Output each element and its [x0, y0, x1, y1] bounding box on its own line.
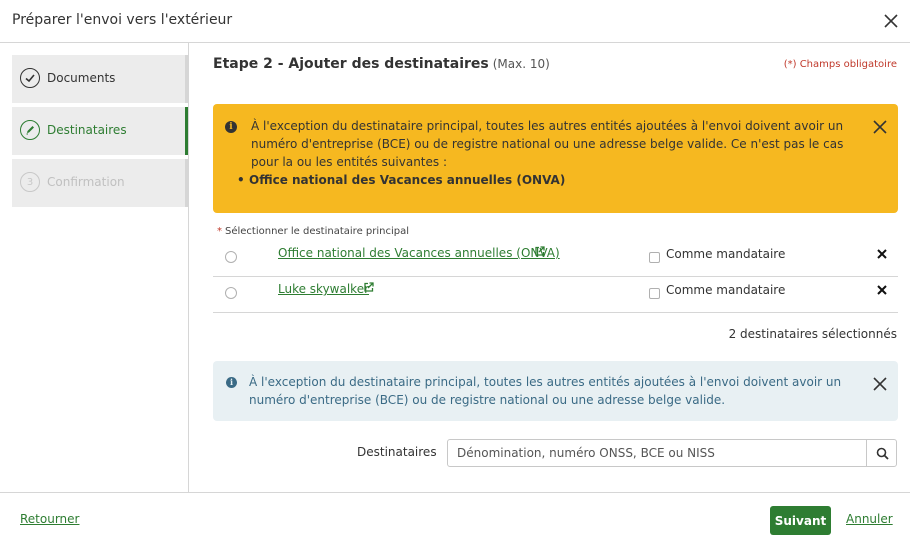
external-link-icon[interactable]	[363, 282, 374, 293]
close-icon[interactable]	[882, 12, 900, 30]
info-alert: i À l'exception du destinataire principa…	[213, 361, 898, 421]
recipient-link[interactable]: Office national des Vacances annuelles (…	[278, 246, 560, 260]
steps-sidebar: Documents Destinataires 3 Confirmation	[0, 43, 189, 492]
proxy-checkbox[interactable]	[649, 252, 660, 263]
step-documents[interactable]: Documents	[12, 55, 188, 103]
remove-icon[interactable]	[877, 249, 887, 259]
remove-icon[interactable]	[877, 285, 887, 295]
step-destinataires[interactable]: Destinataires	[12, 107, 188, 155]
principal-radio[interactable]	[225, 251, 237, 263]
cancel-link[interactable]: Annuler	[846, 512, 893, 526]
step-indicator	[185, 55, 188, 103]
step-label: Destinataires	[47, 123, 127, 137]
step-confirmation: 3 Confirmation	[12, 159, 188, 207]
dialog-header: Préparer l'envoi vers l'extérieur	[0, 0, 910, 43]
step-label: Documents	[47, 71, 116, 85]
step-title: Etape 2 - Ajouter des destinataires (Max.…	[213, 56, 550, 72]
select-principal-text: Sélectionner le destinataire principal	[225, 226, 410, 237]
step-max: (Max. 10)	[492, 57, 550, 71]
select-principal-label: * Sélectionner le destinataire principal	[217, 226, 409, 237]
recipients-search-label: Destinataires	[357, 445, 437, 459]
recipient-count: 2 destinataires sélectionnés	[728, 327, 897, 341]
info-text: À l'exception du destinataire principal,…	[249, 375, 842, 407]
warning-list-item: Office national des Vacances annuelles (…	[237, 171, 858, 189]
warning-text: À l'exception du destinataire principal,…	[251, 119, 844, 169]
step-number: 3	[20, 172, 40, 192]
close-icon[interactable]	[872, 119, 888, 135]
recipients-search-input[interactable]	[448, 440, 866, 466]
dialog-title: Préparer l'envoi vers l'extérieur	[12, 12, 233, 28]
step-indicator	[185, 159, 188, 207]
proxy-checkbox[interactable]	[649, 288, 660, 299]
check-icon	[20, 68, 40, 88]
required-marker: *	[217, 226, 222, 237]
info-icon: i	[225, 121, 237, 133]
close-icon[interactable]	[872, 376, 888, 392]
warning-list: Office national des Vacances annuelles (…	[237, 171, 858, 189]
recipient-row: Office national des Vacances annuelles (…	[213, 241, 898, 277]
step-title-text: Etape 2 - Ajouter des destinataires	[213, 56, 489, 72]
main-content: Etape 2 - Ajouter des destinataires (Max.…	[189, 43, 910, 492]
step-indicator	[185, 107, 188, 155]
proxy-label: Comme mandataire	[666, 283, 786, 297]
proxy-label: Comme mandataire	[666, 247, 786, 261]
search-icon[interactable]	[867, 440, 897, 466]
back-link[interactable]: Retourner	[20, 512, 79, 526]
pencil-icon	[20, 120, 40, 140]
principal-radio[interactable]	[225, 287, 237, 299]
step-label: Confirmation	[47, 175, 125, 189]
recipients-search	[447, 439, 897, 467]
recipient-row: Luke skywalker Comme mandataire	[213, 277, 898, 313]
next-button[interactable]: Suivant	[770, 506, 831, 535]
dialog-footer: Retourner Suivant Annuler	[0, 492, 910, 546]
warning-alert: i À l'exception du destinataire principa…	[213, 104, 898, 213]
info-icon: i	[226, 377, 237, 388]
required-note: (*) Champs obligatoire	[783, 59, 897, 70]
recipient-link[interactable]: Luke skywalker	[278, 282, 369, 296]
external-link-icon[interactable]	[534, 246, 545, 257]
